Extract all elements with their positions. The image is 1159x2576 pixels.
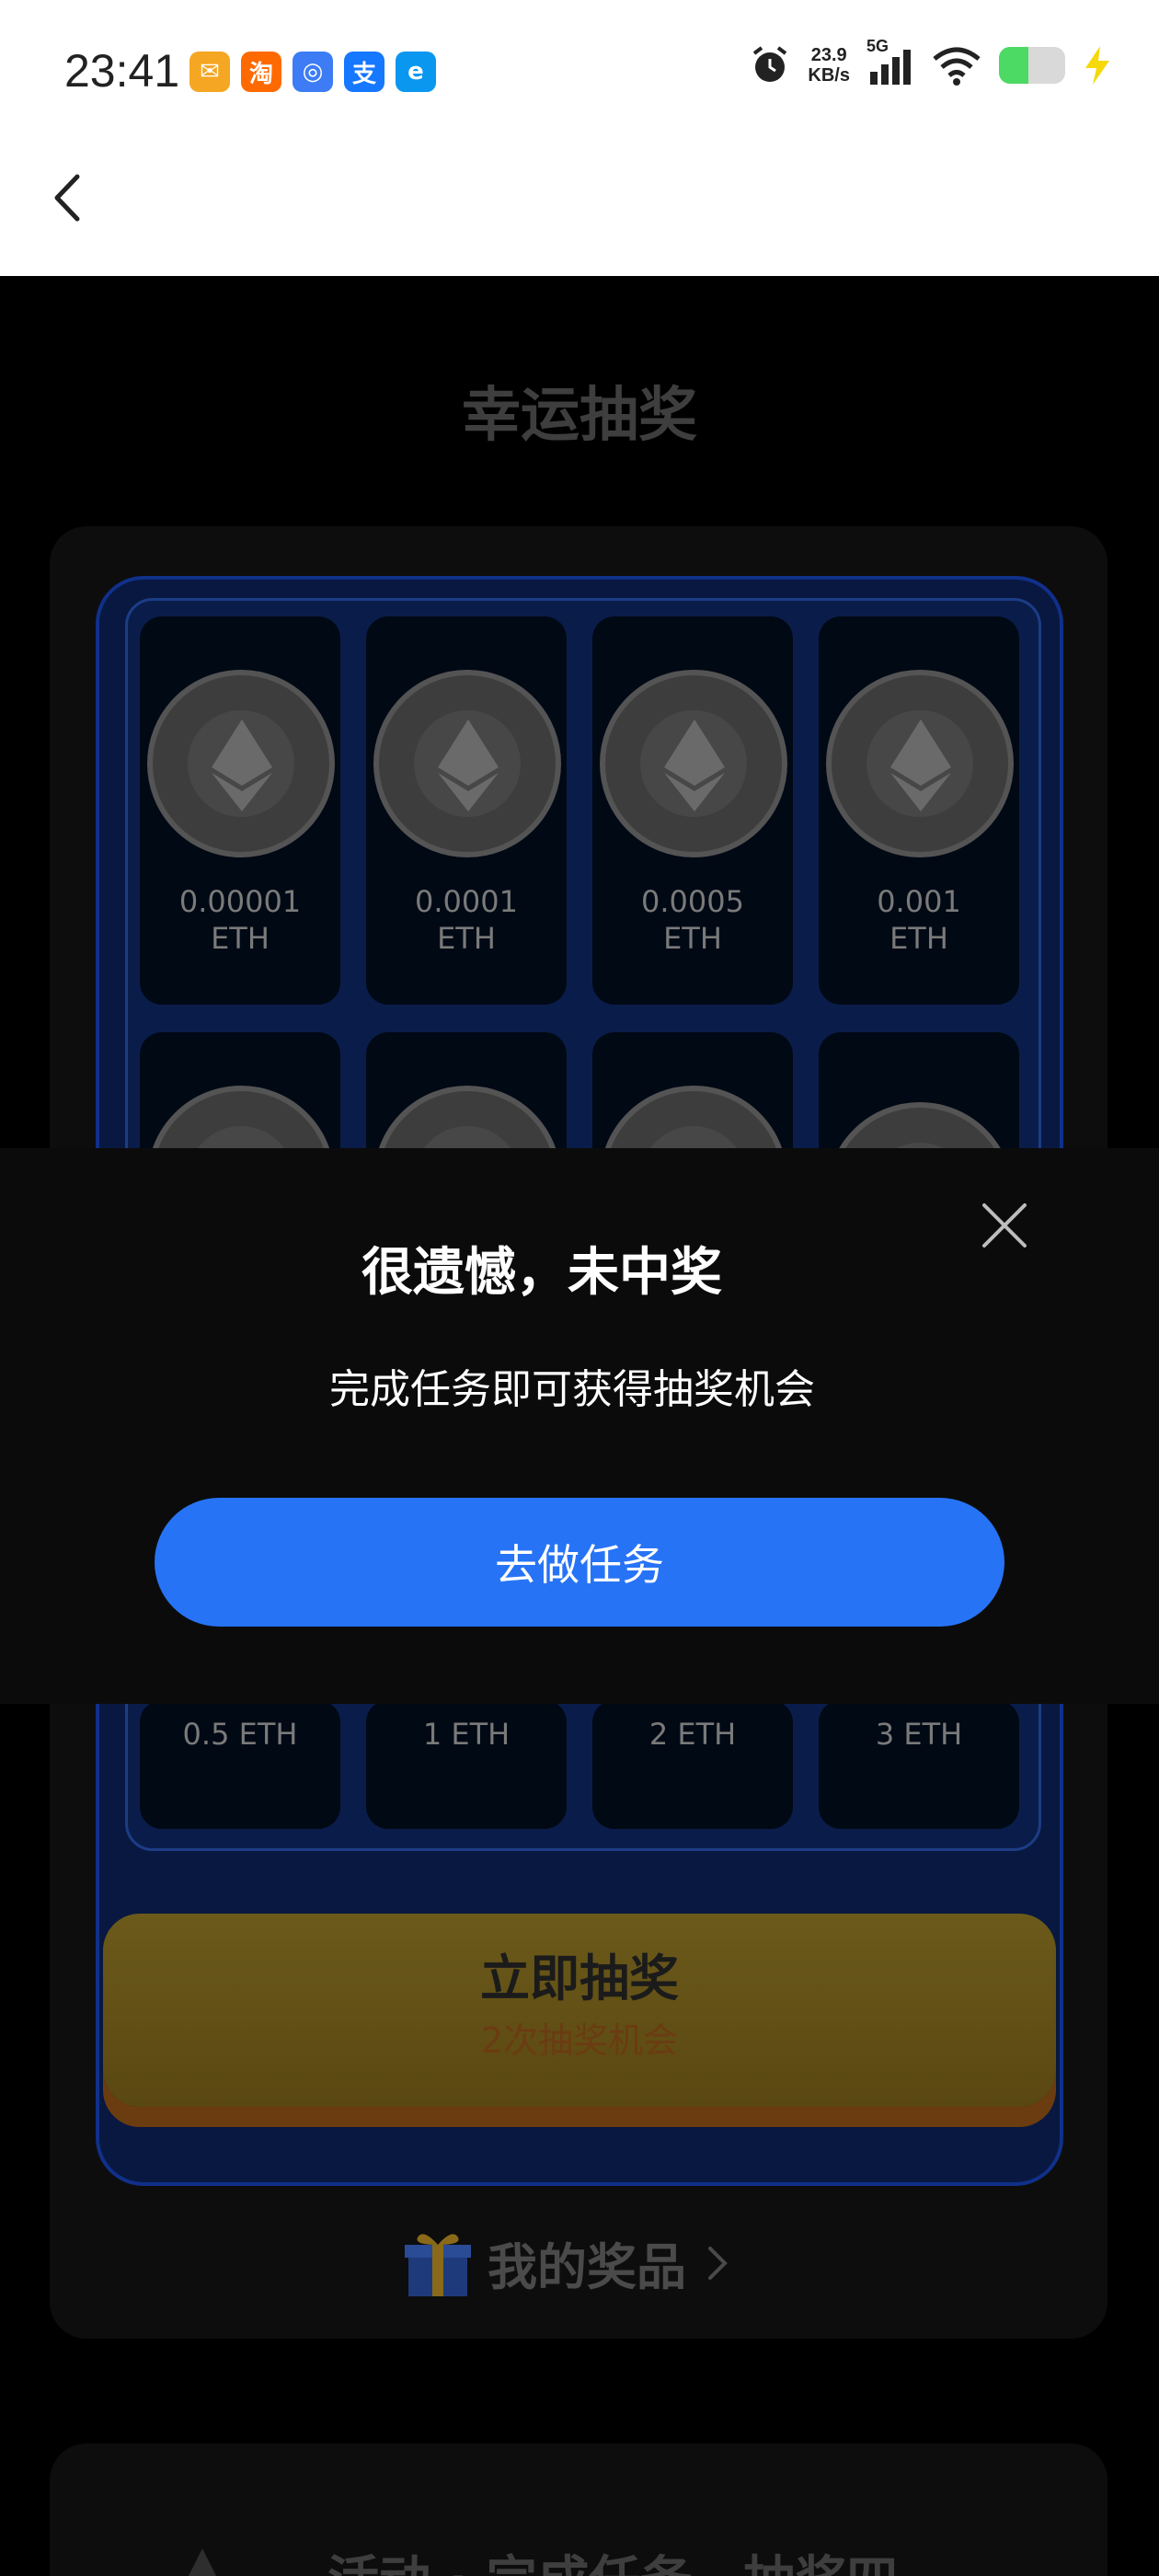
battery-fill <box>999 47 1029 84</box>
notification-icons: ✉ 淘 ◎ 支 e <box>189 52 436 92</box>
modal-title: 很遗憾，未中奖 <box>361 1243 722 1303</box>
prize-amount: 0.5 ETH <box>182 1717 298 1752</box>
prize-cell: 1 ETH <box>366 1700 567 1829</box>
charging-icon <box>1085 46 1109 85</box>
status-indicators: 23.9 KB/s 5G <box>749 37 1113 86</box>
prize-amount: 1 ETH <box>422 1717 511 1752</box>
chevron-right-icon <box>708 2246 728 2280</box>
prize-amount: 0.0005 ETH <box>592 883 793 957</box>
my-prizes-link[interactable]: 我的奖品 <box>405 2226 730 2299</box>
modal-message: 完成任务即可获得抽奖机会 <box>329 1366 815 1413</box>
prize-amount-unit: ETH <box>663 921 722 956</box>
alipay-app-icon: 支 <box>344 52 384 92</box>
cellular-signal: 5G <box>866 37 914 86</box>
battery-indicator <box>999 47 1065 84</box>
eth-coin-icon <box>600 670 787 857</box>
eth-coin-icon <box>147 670 335 857</box>
prize-cell: 0.0001 ETH <box>366 616 567 1005</box>
eleme-app-icon: e <box>396 52 436 92</box>
prize-amount: 3 ETH <box>875 1717 963 1752</box>
my-prizes-label: 我的奖品 <box>488 2238 686 2296</box>
task-icon <box>189 2548 216 2576</box>
prize-row-bottom: 0.5 ETH 1 ETH 2 ETH 3 ETH <box>140 1700 1023 1829</box>
prize-amount: 0.0001 ETH <box>366 883 567 957</box>
network-speed-unit: KB/s <box>808 65 850 86</box>
eth-coin-icon <box>373 670 561 857</box>
prize-amount: 0.001 ETH <box>819 883 1019 957</box>
draw-now-button[interactable]: 立即抽奖 2次抽奖机会 <box>103 1914 1056 2107</box>
prize-cell: 3 ETH <box>819 1700 1019 1829</box>
prize-amount-value: 0.0005 <box>641 884 744 919</box>
page-title: 幸运抽奖 <box>462 382 697 450</box>
top-bar: 23:41 ✉ 淘 ◎ 支 e 23.9 KB/s 5G <box>0 0 1159 276</box>
go-do-tasks-button[interactable]: 去做任务 <box>155 1498 1004 1627</box>
network-type: 5G <box>866 37 889 55</box>
back-button[interactable] <box>44 166 99 230</box>
prize-amount-value: 0.001 <box>877 884 961 919</box>
eth-coin-icon <box>826 670 1014 857</box>
prize-cell: 0.00001 ETH <box>140 616 340 1005</box>
chevron-left-icon <box>54 174 80 222</box>
prize-amount: 0.00001 ETH <box>140 883 340 957</box>
taobao-app-icon: 淘 <box>241 52 281 92</box>
draw-now-label: 立即抽奖 <box>480 1949 679 2007</box>
prize-amount-unit: ETH <box>211 921 270 956</box>
prize-cell: 2 ETH <box>592 1700 793 1829</box>
prize-amount-value: 0.0001 <box>415 884 518 919</box>
draw-chances-label: 2次抽奖机会 <box>480 2020 679 2061</box>
prize-amount-unit: ETH <box>437 921 496 956</box>
mail-app-icon: ✉ <box>189 52 230 92</box>
gift-icon <box>405 2233 471 2296</box>
prize-cell: 0.0005 ETH <box>592 616 793 1005</box>
prize-cell: 0.5 ETH <box>140 1700 340 1829</box>
prize-amount: 2 ETH <box>648 1717 737 1752</box>
status-time: 23:41 <box>64 45 180 97</box>
browser-app-icon: ◎ <box>293 52 333 92</box>
wifi-icon <box>933 47 981 86</box>
network-speed-value: 23.9 <box>810 45 847 65</box>
prize-amount-value: 0.00001 <box>178 884 302 919</box>
prize-amount-unit: ETH <box>889 921 948 956</box>
prize-cell: 0.001 ETH <box>819 616 1019 1005</box>
task-section-title: 活动 · 完成任务，抽奖四 <box>327 2539 898 2576</box>
alarm-icon <box>753 46 787 82</box>
network-speed: 23.9 KB/s <box>808 45 850 86</box>
